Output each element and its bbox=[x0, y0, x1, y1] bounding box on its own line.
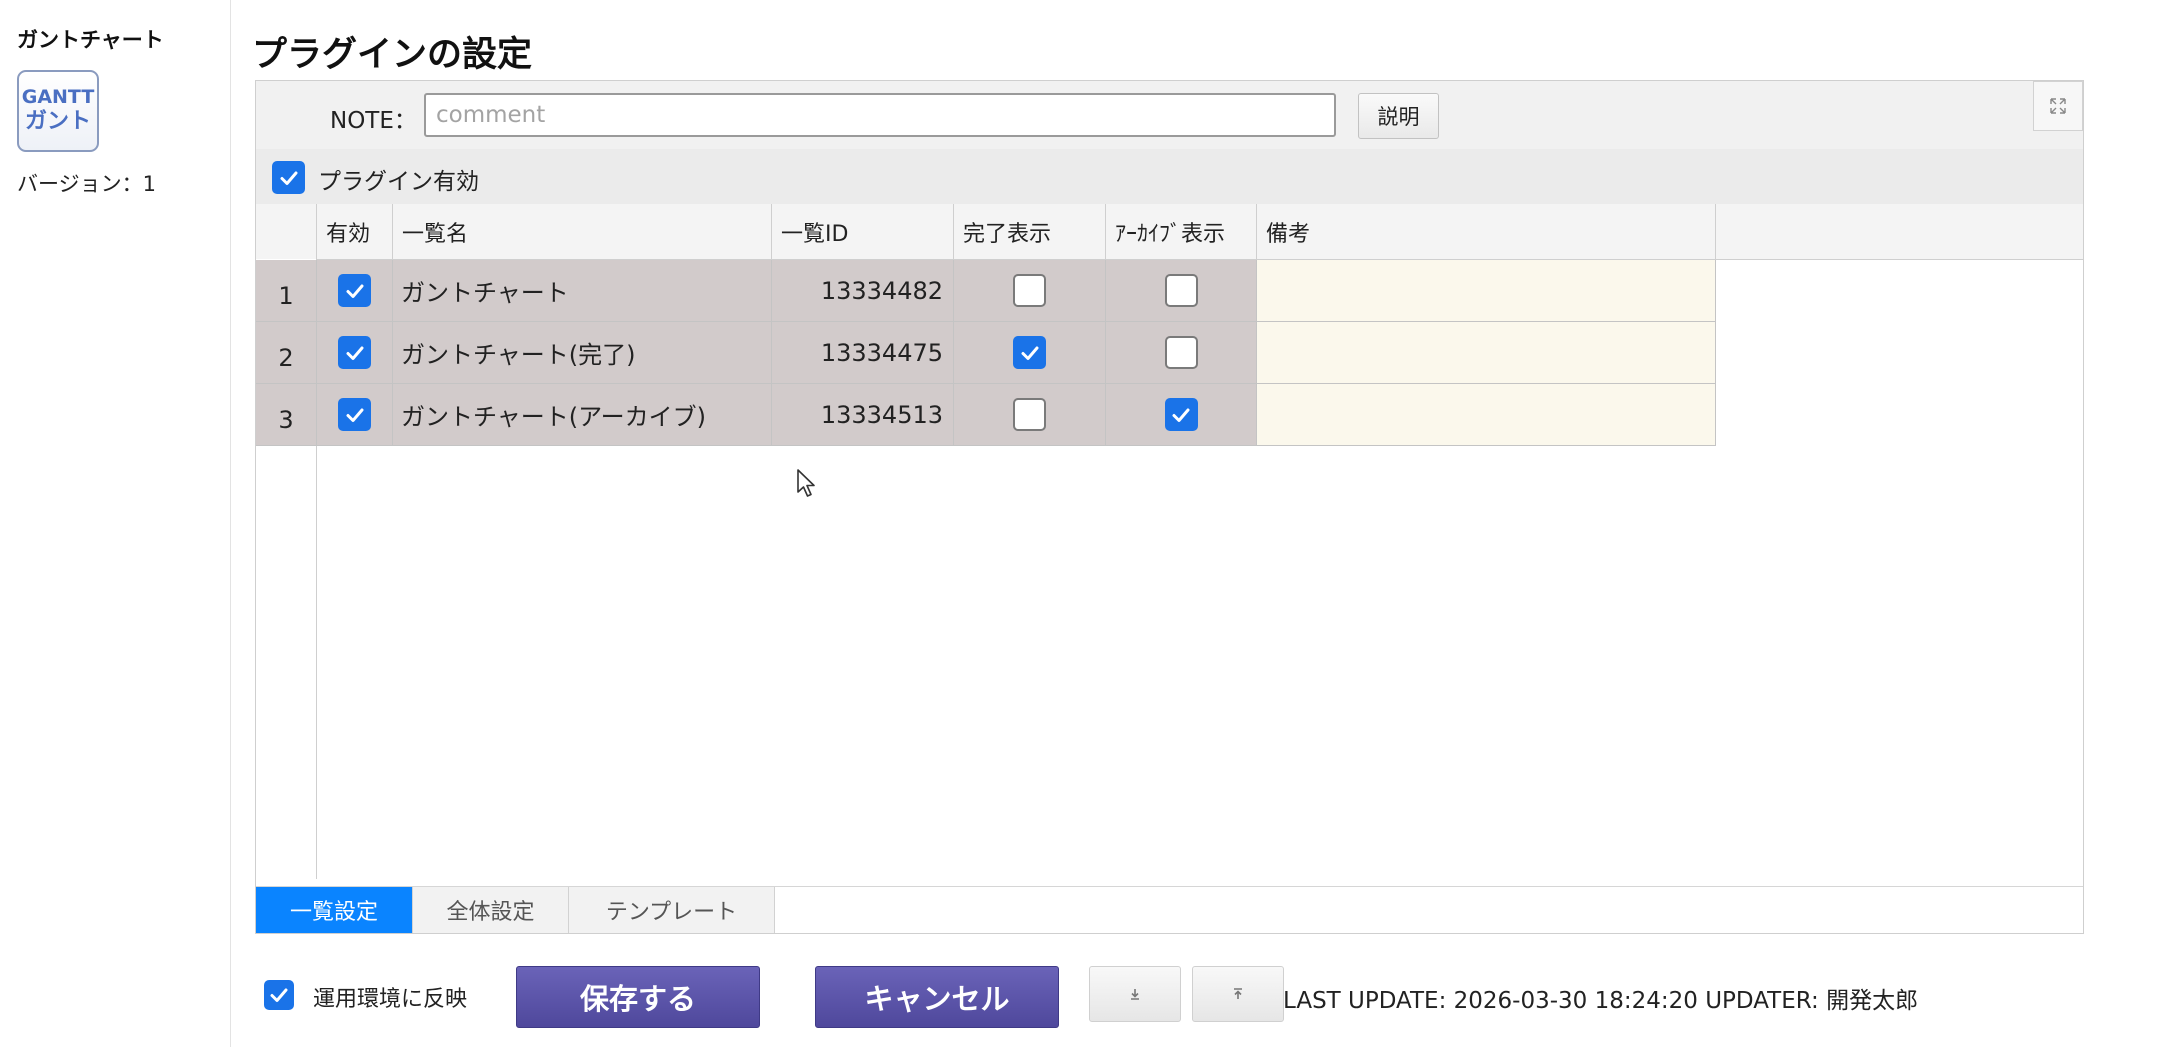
deploy-checkbox[interactable] bbox=[264, 980, 294, 1010]
upload-button[interactable] bbox=[1192, 966, 1284, 1022]
row-show-done-cell bbox=[954, 384, 1106, 446]
tab-bar: 一覧設定 全体設定 テンプレート bbox=[256, 886, 2083, 933]
row-show-archive-checkbox[interactable] bbox=[1164, 336, 1198, 369]
mouse-cursor-icon bbox=[797, 469, 815, 497]
check-icon bbox=[346, 408, 363, 422]
header-list-name: 一覧名 bbox=[393, 204, 772, 259]
check-icon bbox=[1172, 408, 1190, 422]
row-list-id[interactable]: 13334475 bbox=[772, 322, 954, 384]
row-note[interactable] bbox=[1257, 322, 1716, 384]
gantt-logo-icon: GANTT ガント bbox=[17, 70, 99, 152]
note-bar: NOTE： 説明 bbox=[256, 81, 2083, 150]
check-icon bbox=[1021, 346, 1038, 360]
row-show-archive-cell bbox=[1106, 322, 1257, 384]
row-show-archive-checkbox[interactable] bbox=[1164, 274, 1198, 307]
row-number: 2 bbox=[256, 322, 317, 384]
check-icon bbox=[280, 171, 297, 185]
deploy-label: 運用環境に反映 bbox=[313, 987, 468, 1012]
row-show-archive-cell bbox=[1106, 260, 1257, 322]
row-show-archive-cell bbox=[1106, 384, 1257, 446]
plugin-enable-bar: プラグイン有効 bbox=[256, 149, 2083, 205]
version-label: バージョン： bbox=[17, 172, 143, 196]
row-enabled-cell bbox=[317, 384, 393, 446]
row-number: 1 bbox=[256, 260, 317, 322]
save-button[interactable]: 保存する bbox=[516, 966, 760, 1028]
note-input[interactable] bbox=[424, 93, 1336, 137]
header-note: 備考 bbox=[1257, 204, 1716, 259]
expand-button[interactable] bbox=[2033, 81, 2083, 131]
header-show-done: 完了表示 bbox=[954, 204, 1106, 259]
row-enabled-cell bbox=[317, 260, 393, 322]
expand-icon bbox=[2050, 98, 2066, 114]
row-list-name[interactable]: ガントチャート bbox=[393, 260, 772, 322]
list-settings-grid: 有効 一覧名 一覧ID 完了表示 ｱｰｶｲﾌﾞ表示 備考 1 ガントチャート 1… bbox=[256, 204, 2083, 879]
page-title: プラグインの設定 bbox=[252, 35, 533, 75]
note-label: NOTE： bbox=[330, 108, 417, 134]
last-update-info: LAST UPDATE: 2026-03-30 18:24:20 UPDATER… bbox=[1283, 988, 1919, 1014]
tab-global-settings[interactable]: 全体設定 bbox=[413, 887, 569, 933]
check-icon bbox=[346, 346, 363, 360]
sidebar: ガントチャート GANTT ガント バージョン：1 bbox=[0, 0, 231, 1047]
row-show-done-checkbox[interactable] bbox=[1013, 336, 1046, 369]
row-note[interactable] bbox=[1257, 384, 1716, 446]
row-list-id[interactable]: 13334513 bbox=[772, 384, 954, 446]
version-value: 1 bbox=[142, 172, 156, 196]
row-enabled-checkbox[interactable] bbox=[338, 274, 371, 307]
plugin-enable-label: プラグイン有効 bbox=[318, 169, 479, 195]
explain-button[interactable]: 説明 bbox=[1358, 93, 1439, 139]
table-row: 3 ガントチャート(アーカイブ) 13334513 bbox=[256, 384, 1716, 446]
plugin-enable-checkbox[interactable] bbox=[272, 161, 305, 194]
row-show-done-checkbox[interactable] bbox=[1013, 274, 1046, 307]
table-row: 2 ガントチャート(完了) 13334475 bbox=[256, 322, 1716, 384]
row-enabled-checkbox[interactable] bbox=[338, 398, 371, 431]
logo-text-en: GANTT bbox=[21, 86, 95, 109]
tab-list-settings[interactable]: 一覧設定 bbox=[256, 887, 413, 933]
row-list-id[interactable]: 13334482 bbox=[772, 260, 954, 322]
header-show-archive: ｱｰｶｲﾌﾞ表示 bbox=[1106, 204, 1257, 259]
upload-icon bbox=[1234, 988, 1242, 999]
logo-text-ja: ガント bbox=[24, 109, 91, 135]
settings-panel: NOTE： 説明 プラグイン有効 有効 一覧名 一覧ID 完了表示 ｱｰｶｲﾌﾞ… bbox=[255, 80, 2084, 934]
row-show-done-cell bbox=[954, 322, 1106, 384]
check-icon bbox=[346, 284, 363, 298]
row-show-done-cell bbox=[954, 260, 1106, 322]
tab-template[interactable]: テンプレート bbox=[569, 887, 775, 933]
header-list-id: 一覧ID bbox=[772, 204, 954, 259]
grid-header: 有効 一覧名 一覧ID 完了表示 ｱｰｶｲﾌﾞ表示 備考 bbox=[256, 204, 2083, 260]
row-show-done-checkbox[interactable] bbox=[1013, 398, 1046, 431]
row-number: 3 bbox=[256, 384, 317, 446]
row-enabled-cell bbox=[317, 322, 393, 384]
row-show-archive-checkbox[interactable] bbox=[1164, 398, 1198, 431]
check-icon bbox=[270, 988, 288, 1002]
table-row: 1 ガントチャート 13334482 bbox=[256, 260, 1716, 322]
deploy-checkbox-wrap bbox=[264, 980, 294, 1010]
download-icon bbox=[1131, 989, 1139, 1000]
row-enabled-checkbox[interactable] bbox=[338, 336, 371, 369]
plugin-name: ガントチャート bbox=[17, 28, 164, 52]
header-rownum bbox=[256, 204, 317, 259]
version-info: バージョン：1 bbox=[17, 168, 156, 198]
header-enabled: 有効 bbox=[317, 204, 393, 259]
row-list-name[interactable]: ガントチャート(完了) bbox=[393, 322, 772, 384]
row-note[interactable] bbox=[1257, 260, 1716, 322]
cancel-button[interactable]: キャンセル bbox=[815, 966, 1059, 1028]
row-list-name[interactable]: ガントチャート(アーカイブ) bbox=[393, 384, 772, 446]
download-button[interactable] bbox=[1089, 966, 1181, 1022]
